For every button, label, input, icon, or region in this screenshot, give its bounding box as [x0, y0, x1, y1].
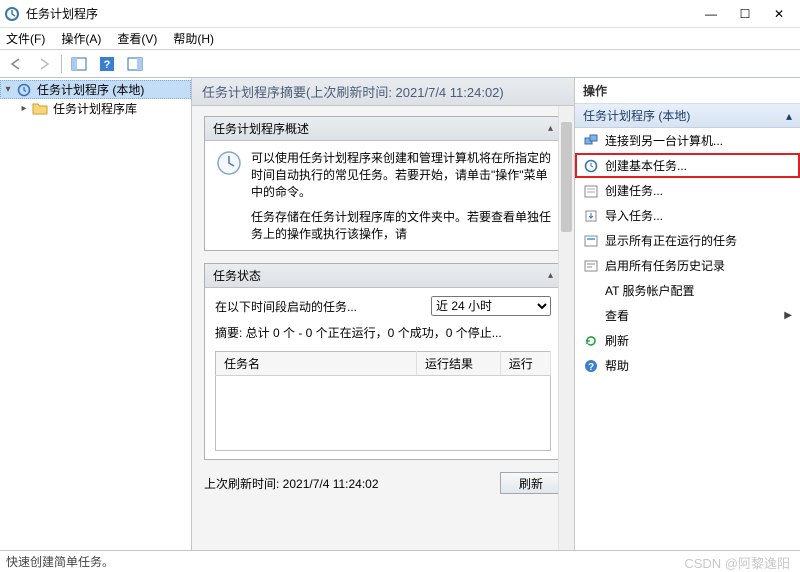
submenu-arrow-icon: ▶ [784, 310, 792, 321]
refresh-icon [583, 333, 599, 349]
menu-action[interactable]: 操作(A) [61, 30, 101, 47]
status-title: 任务状态 [213, 267, 261, 284]
import-icon [583, 208, 599, 224]
center-panel: 任务计划程序摘要(上次刷新时间: 2021/7/4 11:24:02) 任务计划… [192, 78, 574, 550]
tree-panel: ▾ 任务计划程序 (本地) ▸ 任务计划程序库 [0, 78, 192, 550]
collapse-icon[interactable]: ▴ [548, 123, 553, 134]
task-table: 任务名 运行结果 运行 [215, 351, 551, 451]
window-title: 任务计划程序 [26, 5, 694, 22]
maximize-button[interactable]: ☐ [728, 3, 762, 25]
expand-icon[interactable]: ▸ [18, 103, 30, 114]
at-icon [583, 283, 599, 299]
overview-text-2: 任务存储在任务计划程序库的文件夹中。若要查看单独任务上的操作或执行该操作，请 [251, 208, 551, 242]
status-label: 在以下时间段启动的任务... [215, 298, 423, 315]
menu-view[interactable]: 查看(V) [117, 30, 157, 47]
app-icon [4, 6, 20, 22]
refresh-button[interactable]: 刷新 [500, 472, 562, 494]
actions-header: 操作 [575, 78, 800, 104]
overview-title: 任务计划程序概述 [213, 120, 309, 137]
help-button[interactable]: ? [95, 53, 119, 75]
help-icon: ? [583, 358, 599, 374]
actions-section-label: 任务计划程序 (本地) [583, 107, 690, 124]
action-help[interactable]: ? 帮助 [575, 353, 800, 378]
overview-panel: 任务计划程序概述 ▴ 可以使用任务计划程序来创建和管理计算机将在所指定的时间自动执… [204, 116, 562, 251]
tree-root-label: 任务计划程序 (本地) [37, 81, 144, 98]
window-controls: — ☐ ✕ [694, 3, 796, 25]
menu-help[interactable]: 帮助(H) [173, 30, 214, 47]
close-button[interactable]: ✕ [762, 3, 796, 25]
forward-button[interactable] [32, 53, 56, 75]
action-label: 刷新 [605, 332, 629, 349]
create-basic-icon [583, 158, 599, 174]
collapse-icon[interactable]: ▴ [548, 270, 553, 281]
overview-text-1: 可以使用任务计划程序来创建和管理计算机将在所指定的时间自动执行的常见任务。若要开… [251, 149, 551, 200]
action-label: 查看 [605, 307, 629, 324]
minimize-button[interactable]: — [694, 3, 728, 25]
panel-toggle-button[interactable] [67, 53, 91, 75]
create-icon [583, 183, 599, 199]
tree-library-label: 任务计划程序库 [53, 100, 137, 117]
action-label: 帮助 [605, 357, 629, 374]
action-create[interactable]: 创建任务... [575, 178, 800, 203]
scrollbar[interactable] [558, 106, 574, 550]
action-at[interactable]: AT 服务帐户配置 [575, 278, 800, 303]
action-label: 启用所有任务历史记录 [605, 257, 725, 274]
toolbar: ? [0, 50, 800, 78]
expand-icon[interactable]: ▾ [2, 84, 14, 95]
svg-text:?: ? [104, 59, 111, 71]
action-view[interactable]: 查看 ▶ [575, 303, 800, 328]
action-create-basic[interactable]: 创建基本任务... [575, 153, 800, 178]
statusbar: 快速创建简单任务。 [0, 550, 800, 570]
summary-header: 任务计划程序摘要(上次刷新时间: 2021/7/4 11:24:02) [192, 78, 574, 106]
action-refresh[interactable]: 刷新 [575, 328, 800, 353]
col-task-name[interactable]: 任务名 [216, 352, 417, 376]
view-icon [583, 308, 599, 324]
status-summary: 摘要: 总计 0 个 - 0 个正在运行，0 个成功，0 个停止... [215, 324, 551, 341]
back-button[interactable] [4, 53, 28, 75]
menubar: 文件(F) 操作(A) 查看(V) 帮助(H) [0, 28, 800, 50]
action-label: 创建基本任务... [605, 157, 687, 174]
time-range-select[interactable]: 近 24 小时 [431, 296, 551, 316]
col-run[interactable]: 运行 [500, 352, 550, 376]
tree-library-node[interactable]: ▸ 任务计划程序库 [0, 99, 191, 118]
clock-icon [215, 149, 243, 242]
actions-panel: 操作 任务计划程序 (本地) ▴ 连接到另一台计算机... 创建基本任务... 创建任… [574, 78, 800, 550]
actions-pane-button[interactable] [123, 53, 147, 75]
action-label: 创建任务... [605, 182, 663, 199]
last-refresh-label: 上次刷新时间: 2021/7/4 11:24:02 [204, 475, 500, 492]
history-icon [583, 258, 599, 274]
action-running[interactable]: 显示所有正在运行的任务 [575, 228, 800, 253]
connect-icon [583, 133, 599, 149]
library-folder-icon [32, 101, 48, 117]
titlebar: 任务计划程序 — ☐ ✕ [0, 0, 800, 28]
status-panel: 任务状态 ▴ 在以下时间段启动的任务... 近 24 小时 摘要: 总计 0 个 … [204, 263, 562, 460]
action-connect[interactable]: 连接到另一台计算机... [575, 128, 800, 153]
action-import[interactable]: 导入任务... [575, 203, 800, 228]
scheduler-icon [16, 82, 32, 98]
svg-text:?: ? [588, 362, 594, 373]
action-label: 连接到另一台计算机... [605, 132, 723, 149]
action-label: AT 服务帐户配置 [605, 282, 695, 299]
col-run-result[interactable]: 运行结果 [417, 352, 501, 376]
menu-file[interactable]: 文件(F) [6, 30, 45, 47]
collapse-icon[interactable]: ▴ [786, 109, 792, 123]
action-label: 显示所有正在运行的任务 [605, 232, 737, 249]
tree-root-node[interactable]: ▾ 任务计划程序 (本地) [0, 80, 191, 99]
running-icon [583, 233, 599, 249]
watermark: CSDN @阿黎逸阳 [684, 553, 790, 572]
toolbar-separator [61, 55, 62, 73]
action-label: 导入任务... [605, 207, 663, 224]
action-history[interactable]: 启用所有任务历史记录 [575, 253, 800, 278]
